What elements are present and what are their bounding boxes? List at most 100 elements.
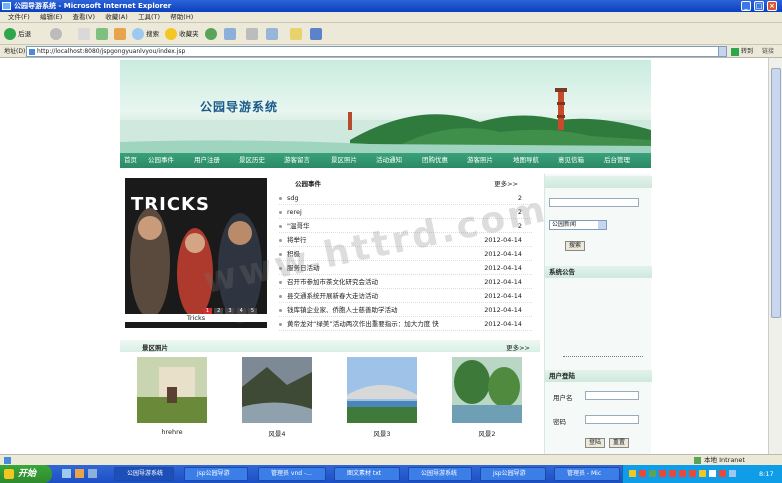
- tray-icon[interactable]: [699, 470, 706, 477]
- tray-icon[interactable]: [719, 470, 726, 477]
- nav-park-events[interactable]: 公园事件: [148, 153, 174, 168]
- search-button[interactable]: 搜索: [132, 27, 159, 41]
- close-button[interactable]: ×: [767, 1, 777, 11]
- tray-icon[interactable]: [629, 470, 636, 477]
- nav-guestbook[interactable]: 游客留言: [284, 153, 310, 168]
- gallery-caption[interactable]: 风景4: [242, 428, 312, 438]
- windows-logo-icon: [4, 469, 14, 479]
- quicklaunch-ie-icon[interactable]: [62, 469, 71, 478]
- stop-button[interactable]: [78, 27, 90, 41]
- password-input[interactable]: [585, 415, 639, 424]
- nav-history[interactable]: 景区历史: [239, 153, 265, 168]
- folder-icon: [290, 28, 302, 40]
- task-button[interactable]: 图文素材 txt: [334, 467, 400, 481]
- edit-button[interactable]: [266, 27, 278, 41]
- menu-favorites[interactable]: 收藏(A): [105, 12, 128, 23]
- task-button[interactable]: 管理员 - Mic: [554, 467, 620, 481]
- page-scrollbar[interactable]: [768, 58, 782, 454]
- news-row[interactable]: rerej 2: [279, 206, 532, 219]
- news-row[interactable]: 服务日活动 2012-04-14: [279, 262, 532, 275]
- news-row[interactable]: sdg 2: [279, 192, 532, 205]
- favorites-button[interactable]: 收藏夹: [165, 27, 199, 41]
- gallery-caption[interactable]: 风景3: [347, 428, 417, 438]
- tray-icon[interactable]: [649, 470, 656, 477]
- tray-icon[interactable]: [669, 470, 676, 477]
- nav-visitor-photos[interactable]: 游客照片: [467, 153, 493, 168]
- task-button[interactable]: jsp公园导游: [184, 467, 248, 481]
- start-button[interactable]: 开始: [0, 465, 52, 483]
- minimize-button[interactable]: _: [741, 1, 751, 11]
- history-button[interactable]: [205, 27, 217, 41]
- gallery-photo-3[interactable]: [347, 357, 417, 423]
- gallery-photo-2[interactable]: [242, 357, 312, 423]
- bullet-icon: [279, 253, 282, 256]
- news-title: 公园事件: [295, 180, 321, 188]
- tray-icon[interactable]: [709, 470, 716, 477]
- menu-help[interactable]: 帮助(H): [170, 12, 193, 23]
- page-status-icon: [4, 457, 11, 464]
- park-events-panel: 公园事件 更多>> sdg 2 rerej 2 "温哥华 2 将举行 2012-04-1…: [273, 176, 538, 332]
- task-button[interactable]: 管理员 vnd -...: [258, 467, 326, 481]
- back-button[interactable]: 后退: [4, 27, 31, 41]
- nav-notices[interactable]: 活动通知: [376, 153, 402, 168]
- discuss-button[interactable]: [290, 27, 302, 41]
- login-button[interactable]: 登陆: [585, 438, 605, 448]
- reset-button[interactable]: 重置: [609, 438, 629, 448]
- task-button[interactable]: 公园导游系统: [114, 467, 174, 481]
- right-sidebar: 公园新闻 搜索 系统公告 用户登陆 用户名 密码 登陆 重置: [544, 174, 652, 454]
- news-row[interactable]: 黄帝龙对“绿美”活动两次作出重要指示：加大力度 快 2012-04-14: [279, 318, 532, 331]
- menu-tools[interactable]: 工具(T): [138, 12, 160, 23]
- news-more-link[interactable]: 更多>>: [494, 178, 518, 188]
- nav-scenic-photos[interactable]: 景区照片: [331, 153, 357, 168]
- search-input[interactable]: [549, 198, 639, 207]
- nav-register[interactable]: 用户注册: [194, 153, 220, 168]
- menu-view[interactable]: 查看(V): [72, 12, 95, 23]
- address-dropdown-icon[interactable]: [718, 46, 727, 57]
- mail-button[interactable]: [224, 27, 236, 41]
- quicklaunch-desktop-icon[interactable]: [88, 469, 97, 478]
- maximize-button[interactable]: □: [754, 1, 764, 11]
- refresh-button[interactable]: [96, 27, 108, 41]
- nav-admin[interactable]: 后台管理: [604, 153, 630, 168]
- tray-icon[interactable]: [659, 470, 666, 477]
- news-row[interactable]: "温哥华 2: [279, 220, 532, 233]
- news-row[interactable]: 县交通系统开展新春大走访活动 2012-04-14: [279, 290, 532, 303]
- task-button[interactable]: jsp公园导游: [480, 467, 546, 481]
- forward-button[interactable]: [50, 27, 62, 41]
- news-row[interactable]: 积极 2012-04-14: [279, 248, 532, 261]
- print-button[interactable]: [246, 27, 258, 41]
- task-button[interactable]: 公园导游系统: [408, 467, 472, 481]
- nav-feedback[interactable]: 意见信箱: [558, 153, 584, 168]
- tray-icon[interactable]: [729, 470, 736, 477]
- tray-icon[interactable]: [679, 470, 686, 477]
- go-button[interactable]: 转到: [731, 46, 753, 57]
- nav-home[interactable]: 首页: [124, 153, 137, 168]
- gallery-photo-1[interactable]: [137, 357, 207, 423]
- search-category-select[interactable]: 公园新闻: [549, 220, 607, 230]
- gallery-caption[interactable]: hrehre: [137, 428, 207, 436]
- news-row[interactable]: 召开市参加市茶文化研究会活动 2012-04-14: [279, 276, 532, 289]
- clock[interactable]: 8:17: [759, 465, 774, 483]
- gallery-photo-4[interactable]: [452, 357, 522, 423]
- news-row[interactable]: 钱库镇企业家、侨胞人士慈善助学活动 2012-04-14: [279, 304, 532, 317]
- gallery-caption[interactable]: 风景2: [452, 428, 522, 438]
- tray-icon[interactable]: [689, 470, 696, 477]
- address-input[interactable]: http://localhost:8080/jspgongyuanlvyou/i…: [26, 46, 726, 57]
- nav-map[interactable]: 地图导航: [513, 153, 539, 168]
- nav-group-deals[interactable]: 团购优惠: [422, 153, 448, 168]
- username-input[interactable]: [585, 391, 639, 400]
- scrollbar-thumb[interactable]: [771, 68, 781, 318]
- news-row[interactable]: 将举行 2012-04-14: [279, 234, 532, 247]
- home-button[interactable]: [114, 27, 126, 41]
- messenger-button[interactable]: [310, 27, 322, 41]
- gallery-more-link[interactable]: 更多>>: [506, 342, 530, 352]
- search-submit-button[interactable]: 搜索: [565, 241, 585, 251]
- quicklaunch-folder-icon[interactable]: [75, 469, 84, 478]
- links-label[interactable]: 链接: [762, 46, 774, 57]
- tray-icon[interactable]: [639, 470, 646, 477]
- menu-edit[interactable]: 编辑(E): [40, 12, 62, 23]
- promo-slideshow[interactable]: TRICKS 1 2 3 4 5: [125, 178, 267, 328]
- edit-icon: [266, 28, 278, 40]
- menu-file[interactable]: 文件(F): [8, 12, 30, 23]
- promo-caption[interactable]: Tricks: [125, 314, 267, 322]
